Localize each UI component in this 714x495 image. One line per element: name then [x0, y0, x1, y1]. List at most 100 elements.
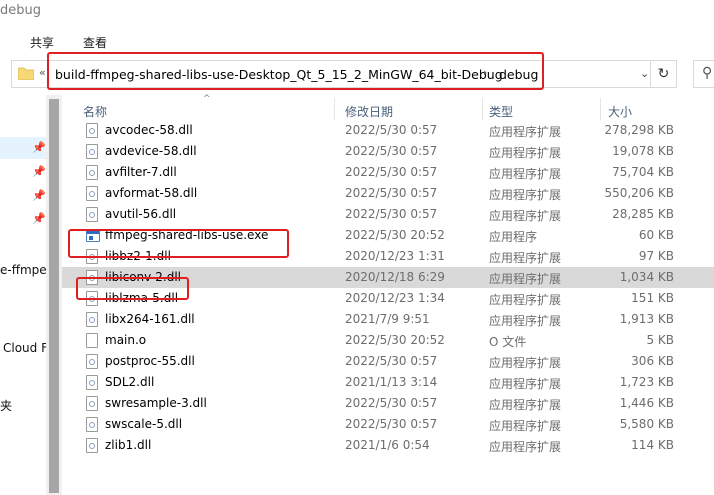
- column-header: ^ 名称 修改日期 类型 大小: [62, 94, 714, 120]
- file-row[interactable]: zlib1.dll 2021/1/6 0:54 应用程序扩展 114 KB: [62, 435, 714, 456]
- file-date: 2022/5/30 0:57: [345, 165, 438, 179]
- file-size: 550,206 KB: [604, 186, 674, 200]
- file-date: 2022/5/30 0:57: [345, 354, 438, 368]
- file-name: avcodec-58.dll: [105, 123, 193, 137]
- address-overflow-icon[interactable]: «: [39, 66, 46, 79]
- file-name: zlib1.dll: [105, 438, 152, 452]
- file-date: 2021/1/6 0:54: [345, 438, 430, 452]
- ribbon-tab-view[interactable]: 查看: [83, 34, 107, 51]
- navigation-pane: 📌 📌 📌 📌 e-ffmpe Cloud F 夹: [0, 95, 46, 495]
- file-type: 应用程序扩展: [489, 125, 562, 139]
- file-row[interactable]: libx264-161.dll 2021/7/9 9:51 应用程序扩展 1,913 …: [62, 309, 714, 330]
- nav-item-cloud[interactable]: Cloud F: [3, 341, 46, 355]
- file-date: 2020/12/18 6:29: [345, 270, 445, 284]
- file-date: 2020/12/23 1:34: [345, 291, 445, 305]
- file-row[interactable]: avfilter-7.dll 2022/5/30 0:57 应用程序扩展 75,704…: [62, 162, 714, 183]
- file-date: 2021/7/9 9:51: [345, 312, 430, 326]
- file-type: 应用程序扩展: [489, 251, 562, 265]
- file-row[interactable]: avformat-58.dll 2022/5/30 0:57 应用程序扩展 550,2…: [62, 183, 714, 204]
- pin-icon: 📌: [32, 141, 46, 154]
- title-bar: debug: [0, 0, 714, 26]
- file-name: avformat-58.dll: [105, 186, 198, 200]
- dll-file-icon: [86, 165, 98, 180]
- highlight-box-path: [47, 52, 544, 90]
- highlight-box-exe: [68, 229, 289, 258]
- dll-file-icon: [86, 438, 98, 453]
- dll-file-icon: [86, 123, 98, 138]
- file-type: O 文件: [489, 335, 527, 349]
- file-size: 114 KB: [631, 438, 674, 452]
- dll-file-icon: [86, 312, 98, 327]
- nav-item-ffmpeg[interactable]: e-ffmpe: [0, 263, 46, 277]
- file-size: 19,078 KB: [612, 144, 674, 158]
- file-name: postproc-55.dll: [105, 354, 195, 368]
- file-type: 应用程序扩展: [489, 356, 562, 370]
- file-type: 应用程序扩展: [489, 167, 562, 181]
- file-size: 278,298 KB: [604, 123, 674, 137]
- file-date: 2022/5/30 0:57: [345, 207, 438, 221]
- dll-file-icon: [86, 207, 98, 222]
- file-row[interactable]: avcodec-58.dll 2022/5/30 0:57 应用程序扩展 278,29…: [62, 120, 714, 141]
- scrollbar-thumb[interactable]: [49, 99, 59, 493]
- pin-icon: 📌: [32, 212, 46, 225]
- pin-icon: 📌: [32, 189, 46, 202]
- address-dropdown-icon[interactable]: ⌄: [640, 67, 649, 80]
- file-date: 2022/5/30 20:52: [345, 333, 445, 347]
- file-date: 2022/5/30 20:52: [345, 228, 445, 242]
- file-size: 5 KB: [646, 333, 674, 347]
- file-date: 2021/1/13 3:14: [345, 375, 438, 389]
- refresh-icon: ↻: [657, 66, 670, 82]
- file-size: 97 KB: [638, 249, 674, 263]
- column-divider[interactable]: [334, 98, 335, 120]
- highlight-box-libiconv: [76, 277, 189, 300]
- file-date: 2022/5/30 0:57: [345, 144, 438, 158]
- dll-file-icon: [86, 144, 98, 159]
- file-type: 应用程序扩展: [489, 440, 562, 454]
- file-name: swresample-3.dll: [105, 396, 207, 410]
- column-name[interactable]: 名称: [83, 103, 107, 120]
- file-type: 应用程序扩展: [489, 377, 562, 391]
- file-row[interactable]: SDL2.dll 2021/1/13 3:14 应用程序扩展 1,723 KB: [62, 372, 714, 393]
- file-type: 应用程序扩展: [489, 146, 562, 160]
- file-name: swscale-5.dll: [105, 417, 183, 431]
- file-type: 应用程序扩展: [489, 398, 562, 412]
- refresh-button[interactable]: ↻: [650, 60, 677, 88]
- search-icon: ⚲: [702, 65, 713, 81]
- column-divider[interactable]: [600, 98, 601, 120]
- file-row[interactable]: swscale-5.dll 2022/5/30 0:57 应用程序扩展 5,580 K…: [62, 414, 714, 435]
- file-date: 2022/5/30 0:57: [345, 186, 438, 200]
- column-divider[interactable]: [482, 98, 483, 120]
- file-name: avfilter-7.dll: [105, 165, 177, 179]
- file-row[interactable]: avutil-56.dll 2022/5/30 0:57 应用程序扩展 28,285 …: [62, 204, 714, 225]
- file-name: avutil-56.dll: [105, 207, 177, 221]
- file-name: SDL2.dll: [105, 375, 155, 389]
- file-type: 应用程序扩展: [489, 314, 562, 328]
- file-size: 1,034 KB: [619, 270, 674, 284]
- file-size: 151 KB: [631, 291, 674, 305]
- file-size: 1,446 KB: [619, 396, 674, 410]
- dll-file-icon: [86, 417, 98, 432]
- file-date: 2022/5/30 0:57: [345, 396, 438, 410]
- nav-item-folder[interactable]: 夹: [0, 397, 12, 414]
- file-size: 1,913 KB: [619, 312, 674, 326]
- ribbon-tab-share[interactable]: 共享: [30, 34, 54, 51]
- file-row[interactable]: avdevice-58.dll 2022/5/30 0:57 应用程序扩展 19,07…: [62, 141, 714, 162]
- file-row[interactable]: swresample-3.dll 2022/5/30 0:57 应用程序扩展 1,44…: [62, 393, 714, 414]
- file-type: 应用程序扩展: [489, 272, 562, 286]
- file-name: main.o: [105, 333, 147, 347]
- column-date[interactable]: 修改日期: [345, 103, 393, 120]
- file-name: libx264-161.dll: [105, 312, 195, 326]
- column-type[interactable]: 类型: [489, 103, 513, 120]
- sort-ascending-icon: ^: [203, 94, 211, 104]
- column-size[interactable]: 大小: [608, 103, 632, 120]
- file-size: 60 KB: [638, 228, 674, 242]
- file-type: 应用程序扩展: [489, 209, 562, 223]
- file-size: 28,285 KB: [612, 207, 674, 221]
- file-type: 应用程序: [489, 230, 538, 244]
- nav-scrollbar[interactable]: [46, 95, 62, 495]
- dll-file-icon: [86, 186, 98, 201]
- search-input[interactable]: ⚲: [693, 60, 714, 88]
- window-title: debug: [0, 3, 41, 18]
- file-row[interactable]: postproc-55.dll 2022/5/30 0:57 应用程序扩展 306 K…: [62, 351, 714, 372]
- file-row[interactable]: main.o 2022/5/30 20:52 O 文件 5 KB: [62, 330, 714, 351]
